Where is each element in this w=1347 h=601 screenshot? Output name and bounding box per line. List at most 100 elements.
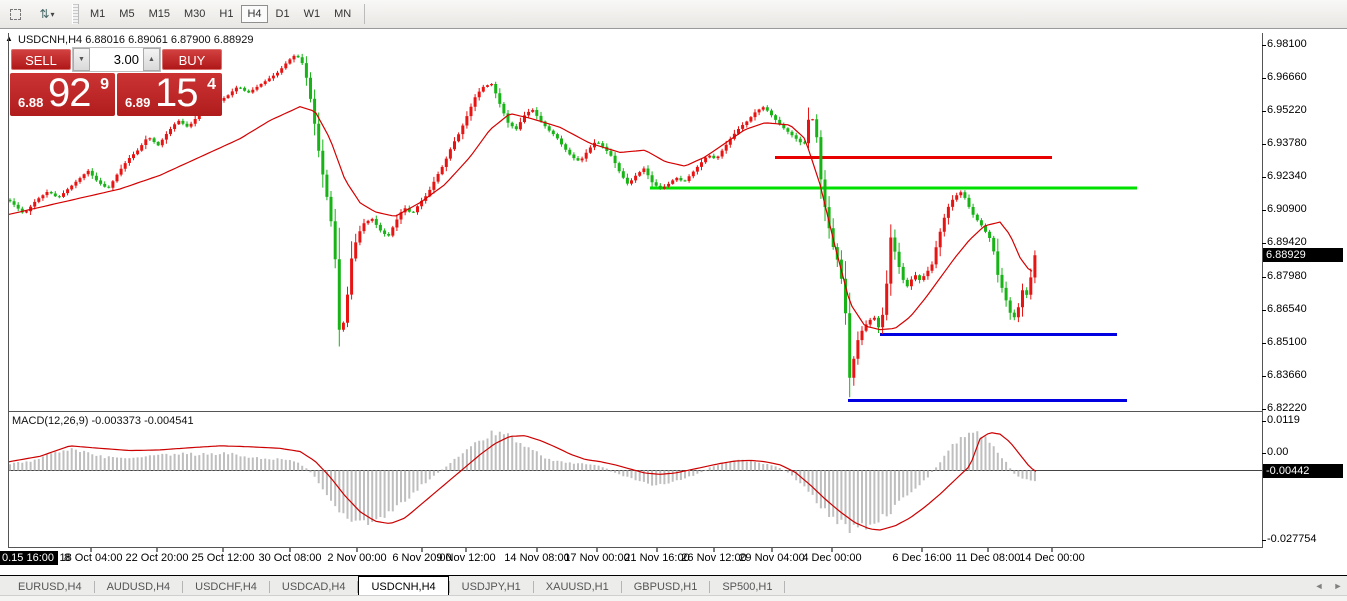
symbol-tabs: EURUSD,H4AUDUSD,H4USDCHF,H4USDCAD,H4USDC…	[6, 576, 785, 597]
price-axis-label: 6.86540	[1267, 303, 1307, 315]
sell-price-small: 6.88	[18, 95, 43, 110]
axis-tick	[1262, 45, 1266, 46]
symbol-tab-usdcnh[interactable]: USDCNH,H4	[358, 576, 448, 596]
volume-decrease-button[interactable]: ▼	[73, 48, 90, 71]
axis-tick	[1262, 343, 1266, 344]
time-axis-label: 11 Dec 08:00	[956, 552, 1021, 564]
macd-histogram	[9, 431, 1036, 533]
price-axis-label: 6.96660	[1267, 71, 1307, 83]
axis-tick	[1262, 210, 1266, 211]
axis-tick	[1262, 409, 1266, 410]
tab-separator	[784, 581, 785, 593]
price-axis-label: 6.98100	[1267, 38, 1307, 50]
main-toolbar: ⇅▾ M1M5M15M30H1H4D1W1MN	[0, 0, 1347, 29]
tile-arrange-icon[interactable]: ⇅▾	[30, 3, 64, 25]
buy-price-panel[interactable]: 6.89 15 4	[117, 73, 222, 116]
axis-tick	[1262, 453, 1266, 454]
axis-tick	[1262, 277, 1266, 278]
volume-input[interactable]: 3.00	[90, 48, 143, 71]
status-strip	[0, 595, 1347, 601]
time-axis-label: 14 Nov 08:00	[504, 552, 569, 564]
tab-scroll-right-icon[interactable]: ►	[1331, 580, 1345, 593]
buy-price-big: 15	[155, 71, 198, 116]
pane-separator[interactable]	[8, 411, 1263, 412]
axis-tick	[1262, 540, 1266, 541]
time-axis-label: 29 Nov 04:00	[739, 552, 804, 564]
time-axis-label: 14 Dec 00:00	[1019, 552, 1084, 564]
current-macd-badge: -0.00442	[1263, 464, 1343, 478]
symbol-tab-audusd[interactable]: AUDUSD,H4	[95, 578, 183, 596]
volume-increase-button[interactable]: ▲	[143, 48, 160, 71]
macd-indicator-label: MACD(12,26,9) -0.003373 -0.004541	[12, 415, 194, 427]
axis-tick	[1262, 310, 1266, 311]
symbol-tab-eurusd[interactable]: EURUSD,H4	[6, 578, 94, 596]
time-axis-label: 2 Nov 00:00	[327, 552, 386, 564]
macd-indicator-canvas[interactable]	[8, 412, 1262, 547]
volume-stepper: ▼ 3.00 ▲	[72, 47, 161, 72]
time-axis-label: 18 Oct 04:00	[60, 552, 123, 564]
timeframe-button-w1[interactable]: W1	[298, 5, 327, 23]
axis-tick	[1262, 111, 1266, 112]
axis-tick	[1262, 177, 1266, 178]
sell-price-panel[interactable]: 6.88 92 9	[10, 73, 115, 116]
time-axis-label: 4 Dec 00:00	[802, 552, 861, 564]
axis-tick	[1262, 376, 1266, 377]
time-axis-label: 21 Nov 16:00	[624, 552, 689, 564]
current-price-badge: 6.88929	[1263, 248, 1343, 262]
time-axis-label: 22 Oct 20:00	[126, 552, 189, 564]
timeframe-button-mn[interactable]: MN	[328, 5, 357, 23]
symbol-tab-usdjpy[interactable]: USDJPY,H1	[450, 578, 533, 596]
symbol-tab-usdchf[interactable]: USDCHF,H4	[183, 578, 269, 596]
symbol-tab-usdcad[interactable]: USDCAD,H4	[270, 578, 358, 596]
timeframe-button-h4[interactable]: H4	[241, 5, 267, 23]
buy-button[interactable]: BUY	[162, 49, 222, 70]
timeframe-button-m30[interactable]: M30	[178, 5, 211, 23]
chart-window: ▲ USDCNH,H4 6.88016 6.89061 6.87900 6.88…	[0, 30, 1347, 575]
axis-tick	[1262, 421, 1266, 422]
toolbar-separator	[364, 4, 365, 24]
axis-tick	[1262, 243, 1266, 244]
price-axis-label: 6.90900	[1267, 203, 1307, 215]
time-axis-label: 6 Dec 16:00	[892, 552, 951, 564]
timeframe-button-h1[interactable]: H1	[213, 5, 239, 23]
crosshair-time-badge: 0.15 16:00	[0, 551, 58, 565]
sell-button[interactable]: SELL	[11, 49, 71, 70]
price-axis-label: 6.89420	[1267, 236, 1307, 248]
timeframe-button-m1[interactable]: M1	[84, 5, 111, 23]
axis-tick	[1262, 144, 1266, 145]
macd-axis-label: 0.0119	[1267, 414, 1300, 426]
one-click-trading-widget: SELL ▼ 3.00 ▲ BUY 6.88 92 9 6.89 15 4	[10, 47, 223, 116]
price-axis-label: 6.82220	[1267, 402, 1307, 414]
macd-axis-label: 0.00	[1267, 446, 1288, 458]
mt4-application: ⇅▾ M1M5M15M30H1H4D1W1MN ▲ USDCNH,H4 6.88…	[0, 0, 1347, 601]
timeframe-button-group: M1M5M15M30H1H4D1W1MN	[83, 5, 358, 23]
chevron-down-icon: ▾	[51, 10, 55, 19]
symbol-tab-xauusd[interactable]: XAUUSD,H1	[534, 578, 621, 596]
chart-left-border	[8, 33, 9, 548]
buy-price-small: 6.89	[125, 95, 150, 110]
price-axis-label: 6.95220	[1267, 104, 1307, 116]
selection-marquee-icon[interactable]	[4, 3, 26, 25]
timeframe-button-d1[interactable]: D1	[270, 5, 296, 23]
price-axis-label: 6.83660	[1267, 369, 1307, 381]
timeframe-button-m5[interactable]: M5	[113, 5, 140, 23]
time-axis-label: 17 Nov 00:00	[564, 552, 629, 564]
price-axis-label: 6.92340	[1267, 170, 1307, 182]
time-axis-label: 30 Oct 08:00	[259, 552, 322, 564]
sell-price-big: 92	[48, 71, 91, 116]
timeframe-button-m15[interactable]: M15	[143, 5, 176, 23]
sell-price-sup: 9	[100, 76, 109, 94]
symbol-tab-gbpusd[interactable]: GBPUSD,H1	[622, 578, 710, 596]
time-axis-label: 25 Oct 12:00	[192, 552, 255, 564]
macd-axis-label: -0.027754	[1267, 533, 1317, 545]
price-axis-label: 6.93780	[1267, 137, 1307, 149]
time-axis-label: 26 Nov 12:00	[681, 552, 746, 564]
tab-scroll-left-icon[interactable]: ◄	[1312, 580, 1326, 593]
price-axis-label: 6.87980	[1267, 270, 1307, 282]
price-axis-label: 6.85100	[1267, 336, 1307, 348]
time-axis-label: 9 Nov 12:00	[436, 552, 495, 564]
symbol-tab-sp500[interactable]: SP500,H1	[710, 578, 784, 596]
toolbar-grip[interactable]	[72, 4, 79, 24]
time-axis[interactable]: 0.15 16:00 8 18 Oct 04:0022 Oct 20:0025 …	[0, 548, 1347, 572]
buy-price-sup: 4	[207, 76, 216, 94]
